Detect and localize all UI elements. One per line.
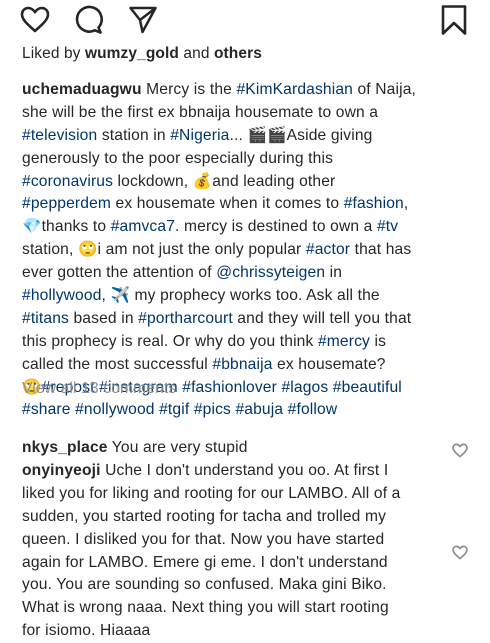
hashtag-link[interactable]: #tgif <box>159 401 189 418</box>
comment-line: again for LAMBO. Emere gi eme. I don't u… <box>22 552 452 575</box>
caption-line: uchemaduagwu Mercy is the #KimKardashian… <box>22 79 486 102</box>
caption-text: ex housemate when it comes to <box>111 195 344 213</box>
comment-text: Uche I don't understand you oo. At first… <box>105 462 389 479</box>
hashtag-link[interactable]: #bbnaija <box>212 356 272 373</box>
comment-icon[interactable] <box>73 5 103 35</box>
hashtag-link[interactable]: #portharcourt <box>138 310 233 327</box>
hashtag-link[interactable]: #share <box>22 401 71 418</box>
caption-line: #share #nollywood #tgif #pics #abuja #fo… <box>22 399 486 422</box>
comment-text: liked you for liking and rooting for our… <box>22 484 401 502</box>
hashtag-link[interactable]: #lagos <box>281 379 328 396</box>
comment-text: You are very stupid <box>111 439 248 456</box>
hashtag-link[interactable]: #amvca7 <box>111 218 175 235</box>
caption-text: ever gotten the attention of <box>22 264 217 282</box>
bookmark-icon[interactable] <box>440 4 468 36</box>
comment-line: liked you for liking and rooting for our… <box>22 483 452 506</box>
comment-line: sudden, you started rooting for tacha an… <box>22 506 452 529</box>
comment-text: again for LAMBO. Emere gi eme. I don't u… <box>22 553 388 571</box>
caption-text: called the most successful <box>22 355 213 373</box>
likes-summary: Liked by wumzy_gold and others <box>22 45 262 63</box>
caption-line: #hollywood, ✈️ my prophecy works too. As… <box>22 285 486 308</box>
comment-line: queen. I disliked you for that. Now you … <box>22 529 452 552</box>
comment-username-link[interactable]: onyinyeoji <box>22 462 101 479</box>
hashtag-link[interactable]: #fashionlover <box>182 379 277 396</box>
caption-text: in <box>325 264 343 282</box>
comment: onyinyeoji Uche I don't understand you o… <box>22 460 452 643</box>
hashtag-link[interactable]: #hollywood <box>22 287 102 304</box>
hashtag-link[interactable]: #television <box>22 127 97 144</box>
caption-text: generously to the poor especially during… <box>22 149 334 167</box>
caption-text: , <box>403 195 409 213</box>
hashtag-link[interactable]: #Nigeria <box>170 127 229 144</box>
caption-text: lockdown, 💰and leading other <box>113 172 336 190</box>
comment-text: queen. I disliked you for that. Now you … <box>22 530 385 548</box>
hashtag-link[interactable]: #nollywood <box>75 401 155 418</box>
caption-line: this prophecy is real. Or why do you thi… <box>22 331 486 354</box>
comment-line: nkys_place You are very stupid <box>22 437 452 460</box>
mention-link[interactable]: @chrissyteigen <box>216 264 325 281</box>
likes-and: and <box>178 45 214 62</box>
hashtag-link[interactable]: #follow <box>288 401 338 418</box>
caption-line: she will be the first ex bbnaija housema… <box>22 102 486 125</box>
caption-line: 💎thanks to #amvca7. mercy is destined to… <box>22 216 486 239</box>
caption-text: and they will tell you that <box>232 309 412 327</box>
caption-line: #coronavirus lockdown, 💰and leading othe… <box>22 171 486 194</box>
caption-username-link[interactable]: uchemaduagwu <box>22 81 142 98</box>
caption-line: generously to the poor especially during… <box>22 148 486 171</box>
hashtag-link[interactable]: #abuja <box>235 401 283 418</box>
hashtag-link[interactable]: #mercy <box>318 333 370 350</box>
comment-text: What is wrong naaa. Next thing you will … <box>22 599 389 617</box>
caption-text: this prophecy is real. Or why do you thi… <box>22 332 318 350</box>
hashtag-link[interactable]: #beautiful <box>333 379 402 396</box>
hashtag-link[interactable]: #actor <box>306 241 350 258</box>
post-caption: uchemaduagwu Mercy is the #KimKardashian… <box>22 79 486 422</box>
likes-prefix: Liked by <box>22 45 85 62</box>
caption-text: is <box>369 332 387 350</box>
caption-line: #television station in #Nigeria... 🎬🎬Asi… <box>22 125 486 148</box>
caption-text: station in <box>97 126 171 144</box>
comment-text: for isiomo. Hiaaaa <box>22 622 151 640</box>
caption-line: #pepperdem ex housemate when it comes to… <box>22 193 486 216</box>
caption-text: she will be the first ex bbnaija housema… <box>22 103 379 121</box>
heart-icon[interactable] <box>20 6 50 33</box>
comment-like-heart-icon[interactable] <box>452 545 468 565</box>
caption-text: ... 🎬🎬Aside giving <box>229 126 373 144</box>
caption-text: . mercy is destined to own a <box>175 218 377 236</box>
liked-by-user-link[interactable]: wumzy_gold <box>85 45 179 62</box>
caption-line: station, 🙄i am not just the only popular… <box>22 239 486 262</box>
comment-text: you. You are sounding so confused. Maka … <box>22 576 387 594</box>
comment: nkys_place You are very stupid <box>22 437 452 460</box>
comment-username-link[interactable]: nkys_place <box>22 439 108 456</box>
hashtag-link[interactable]: #KimKardashian <box>236 81 353 98</box>
likes-others-link[interactable]: others <box>214 45 262 62</box>
caption-text: of Naija, <box>353 81 417 98</box>
caption-text: , ✈️ my prophecy works too. Ask all the <box>101 287 380 305</box>
caption-line: #titans based in #portharcourt and they … <box>22 308 486 331</box>
caption-text: 💎thanks to <box>22 218 111 236</box>
hashtag-link[interactable]: #pics <box>194 401 231 418</box>
caption-line: ever gotten the attention of @chrissytei… <box>22 262 486 285</box>
send-icon[interactable] <box>128 5 158 35</box>
comment-line: What is wrong naaa. Next thing you will … <box>22 597 452 620</box>
post-action-bar <box>0 0 490 40</box>
comment-line: you. You are sounding so confused. Maka … <box>22 574 452 597</box>
hashtag-link[interactable]: #pepperdem <box>22 195 111 212</box>
hashtag-link[interactable]: #coronavirus <box>22 173 113 190</box>
hashtag-link[interactable]: #fashion <box>344 195 404 212</box>
caption-line: called the most successful #bbnaija ex h… <box>22 354 486 377</box>
caption-text: based in <box>69 309 139 327</box>
hashtag-link[interactable]: #tv <box>377 218 398 235</box>
hashtag-link[interactable]: #titans <box>22 310 69 327</box>
caption-text: station, 🙄i am not just the only popular <box>22 241 306 259</box>
view-all-comments-link[interactable]: View all 13 comments <box>22 380 176 398</box>
comment-like-heart-icon[interactable] <box>452 443 468 463</box>
caption-text: Mercy is the <box>146 81 237 98</box>
comment-line: onyinyeoji Uche I don't understand you o… <box>22 460 452 483</box>
caption-text: ex housemate? <box>272 355 386 373</box>
caption-text: that has <box>350 241 412 259</box>
comment-line: for isiomo. Hiaaaa <box>22 620 452 643</box>
comment-text: sudden, you started rooting for tacha an… <box>22 507 387 525</box>
